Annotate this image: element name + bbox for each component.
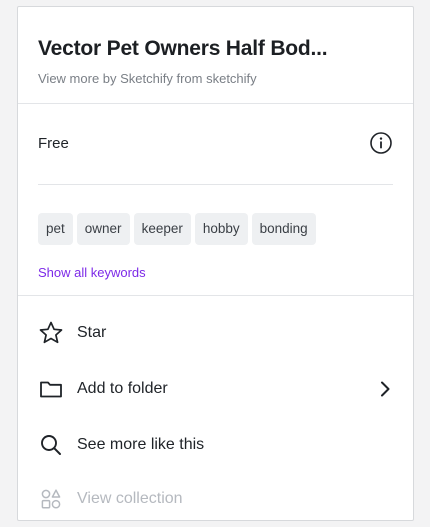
search-icon <box>41 435 61 455</box>
collection-icon <box>41 489 61 509</box>
keyword-chip[interactable]: pet <box>38 213 73 245</box>
add-to-folder-menu-item[interactable]: Add to folder <box>38 372 395 408</box>
see-more-like-this-menu-item[interactable]: See more like this <box>38 428 395 464</box>
folder-icon <box>40 381 62 398</box>
keyword-chips: pet owner keeper hobby bonding <box>38 213 403 247</box>
asset-info-panel: Vector Pet Owners Half Bod... View more … <box>17 6 414 521</box>
add-to-folder-label: Add to folder <box>77 380 168 397</box>
show-all-keywords-link[interactable]: Show all keywords <box>38 265 146 280</box>
creator-link[interactable]: View more by Sketchify from sketchify <box>38 71 257 86</box>
star-label: Star <box>77 324 107 341</box>
asset-title: Vector Pet Owners Half Bod... <box>38 37 328 60</box>
keyword-chip[interactable]: owner <box>76 213 130 245</box>
divider <box>38 184 393 185</box>
panel-header: Vector Pet Owners Half Bod... View more … <box>18 7 413 104</box>
keyword-chip[interactable]: keeper <box>133 213 191 245</box>
keyword-chip[interactable]: bonding <box>251 213 316 245</box>
keyword-chip[interactable]: hobby <box>194 213 248 245</box>
info-circle-icon[interactable] <box>369 131 393 155</box>
view-collection-label: View collection <box>77 490 183 507</box>
chevron-right-icon <box>381 381 390 397</box>
divider <box>18 295 413 296</box>
star-icon <box>39 321 63 344</box>
see-more-like-this-label: See more like this <box>77 436 205 453</box>
view-collection-menu-item[interactable]: View collection <box>38 482 395 518</box>
star-menu-item[interactable]: Star <box>38 316 395 352</box>
license-row: Free <box>38 131 393 157</box>
license-label: Free <box>38 135 69 152</box>
